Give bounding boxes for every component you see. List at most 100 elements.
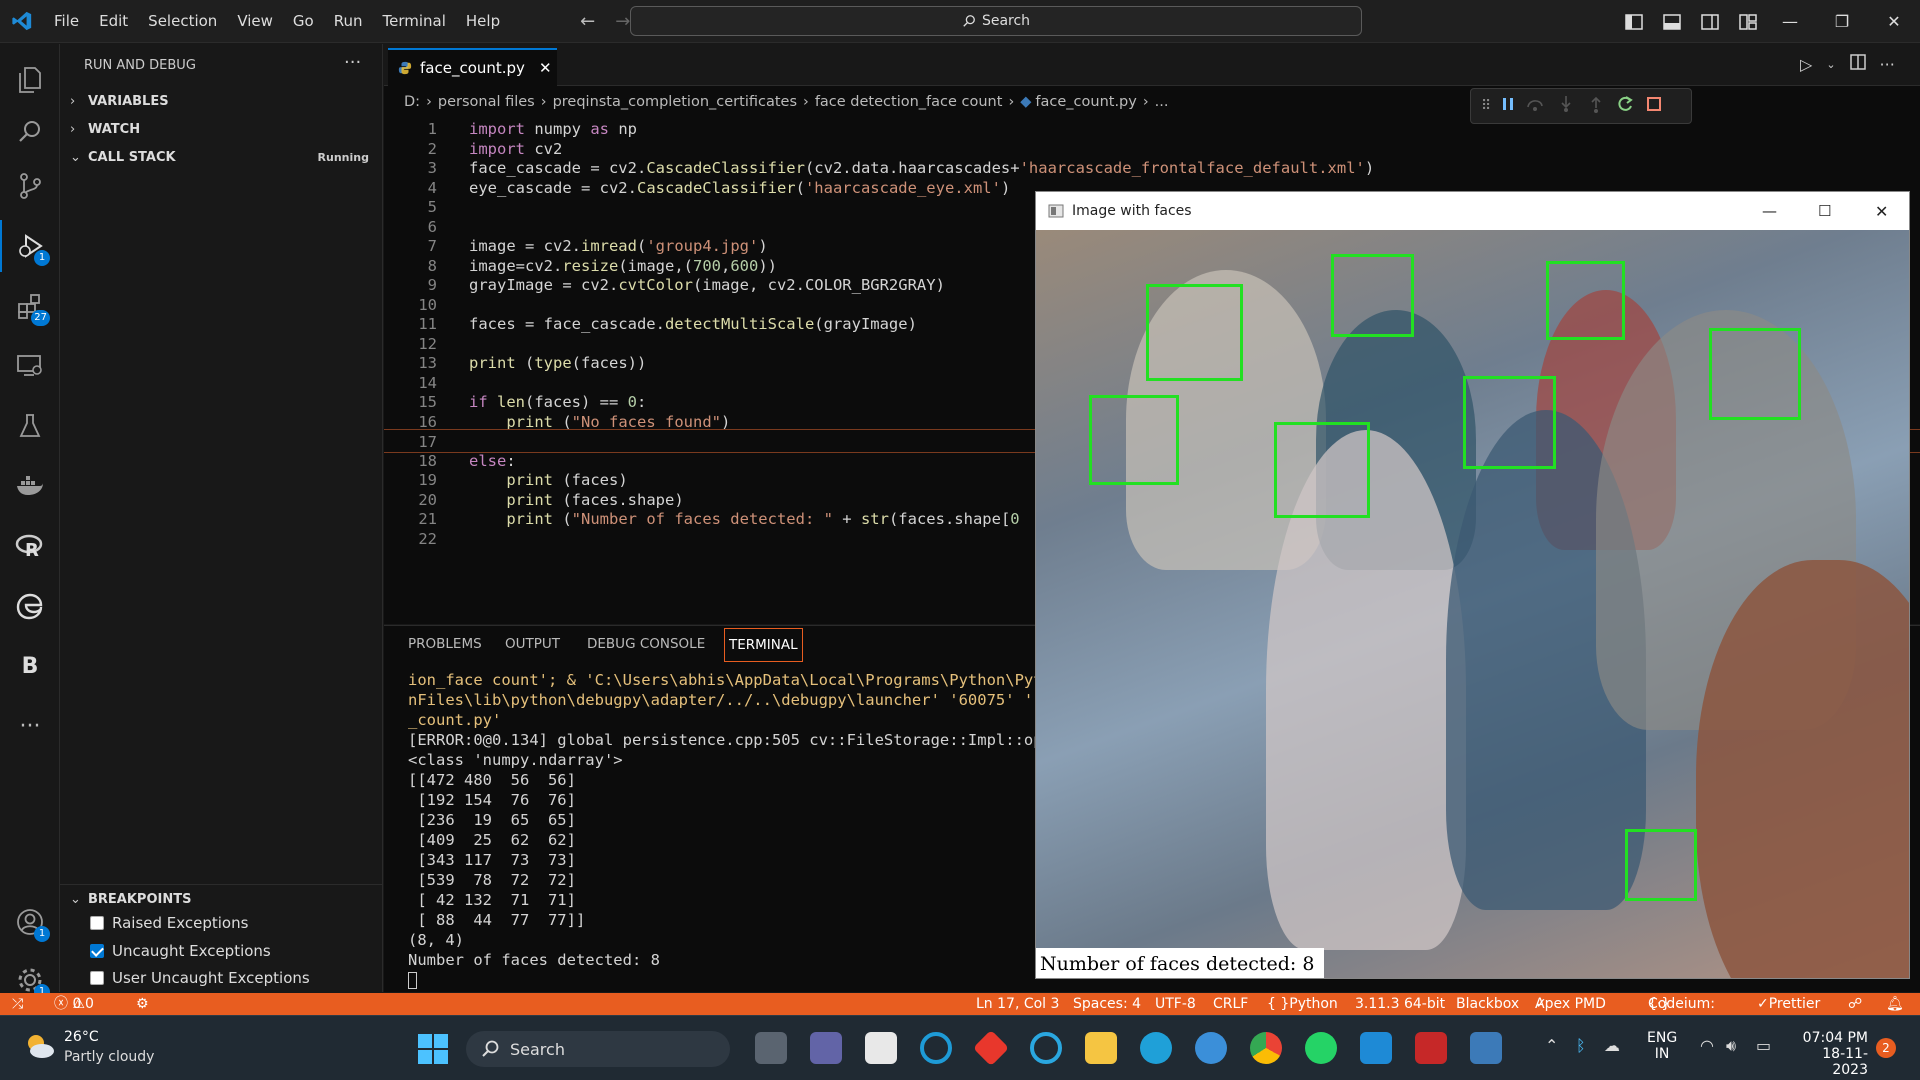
python-taskbar-icon[interactable]: [1470, 1032, 1502, 1064]
debug-status-icon[interactable]: ⚙: [136, 993, 149, 1015]
feedback-icon[interactable]: ☍: [1848, 993, 1862, 1015]
apex-pmd-status[interactable]: Apex PMD ✓: [1535, 993, 1606, 1015]
docker-icon[interactable]: [0, 460, 60, 512]
notification-count-badge[interactable]: 2: [1876, 1038, 1896, 1058]
language-indicator[interactable]: ENG IN: [1647, 1030, 1677, 1062]
command-center-search[interactable]: Search: [630, 6, 1362, 36]
editor-more-actions-icon[interactable]: ···: [1880, 55, 1895, 74]
extensions-icon[interactable]: 27: [0, 280, 60, 332]
volume-icon[interactable]: 🔊︎: [1726, 1036, 1736, 1056]
bp-user-uncaught-exceptions[interactable]: User Uncaught Exceptions: [90, 969, 310, 987]
windows-start-icon[interactable]: [418, 1034, 448, 1068]
step-over-icon[interactable]: [1525, 95, 1547, 117]
breadcrumb-item[interactable]: face detection_face count: [815, 94, 1003, 110]
menu-edit[interactable]: Edit: [89, 0, 138, 43]
encoding[interactable]: UTF-8: [1155, 993, 1196, 1015]
bp-checkbox[interactable]: [90, 916, 104, 930]
search-icon[interactable]: [0, 106, 60, 158]
toggle-secondary-sidebar-icon[interactable]: [1696, 8, 1724, 36]
minimize-button[interactable]: —: [1764, 0, 1816, 43]
wifi-icon[interactable]: ◠: [1700, 1036, 1714, 1055]
tab-output[interactable]: OUTPUT: [505, 636, 560, 652]
stop-icon[interactable]: [1645, 95, 1663, 117]
image-window-close-button[interactable]: ✕: [1875, 202, 1888, 221]
cursor-position[interactable]: Ln 17, Col 3: [976, 993, 1059, 1015]
split-editor-icon[interactable]: [1849, 54, 1866, 74]
explorer-icon[interactable]: [0, 54, 60, 106]
notifications-bell-icon[interactable]: 🔔︎: [1886, 993, 1904, 1015]
menu-run[interactable]: Run: [324, 0, 373, 43]
prettier-status[interactable]: ✓ Prettier: [1757, 993, 1820, 1015]
file-explorer-icon[interactable]: [1085, 1032, 1117, 1064]
language-mode[interactable]: { } Python: [1267, 993, 1338, 1015]
accounts-icon[interactable]: 1: [0, 896, 60, 948]
vscode-taskbar-icon[interactable]: [1360, 1032, 1392, 1064]
pause-icon[interactable]: [1499, 95, 1517, 117]
cortana-icon[interactable]: [920, 1032, 952, 1064]
menu-file[interactable]: File: [44, 0, 89, 43]
tab-face-count-py[interactable]: face_count.py ✕: [388, 48, 557, 86]
bp-raised-exceptions[interactable]: Raised Exceptions: [90, 914, 248, 932]
toggle-primary-sidebar-icon[interactable]: [1620, 8, 1648, 36]
menu-help[interactable]: Help: [456, 0, 510, 43]
codeium-status[interactable]: Codeium: {·}: [1648, 993, 1715, 1015]
end-of-line[interactable]: CRLF: [1213, 993, 1248, 1015]
close-button[interactable]: ✕: [1868, 0, 1920, 43]
task-view-icon[interactable]: [755, 1032, 787, 1064]
close-tab-icon[interactable]: ✕: [539, 59, 552, 77]
weather-temp[interactable]: 26°C: [64, 1029, 99, 1045]
bluetooth-icon[interactable]: ᛒ: [1576, 1036, 1586, 1055]
menu-go[interactable]: Go: [283, 0, 324, 43]
breakpoints-section[interactable]: ⌄ BREAKPOINTS: [60, 886, 383, 912]
image-window-maximize-button[interactable]: ☐: [1818, 202, 1831, 220]
edge-icon[interactable]: [1140, 1032, 1172, 1064]
onedrive-icon[interactable]: ☁: [1604, 1036, 1620, 1055]
toggle-panel-icon[interactable]: [1658, 8, 1686, 36]
step-into-icon[interactable]: [1555, 95, 1577, 117]
run-python-file-icon[interactable]: ▷: [1800, 55, 1812, 74]
breadcrumb-item[interactable]: ...: [1155, 94, 1169, 110]
battery-icon[interactable]: ▭: [1756, 1036, 1771, 1055]
whatsapp-icon[interactable]: [1305, 1032, 1337, 1064]
breadcrumb-item[interactable]: D:: [404, 94, 420, 110]
taskbar-search[interactable]: Search: [466, 1031, 730, 1067]
watch-section[interactable]: › WATCH: [60, 116, 383, 142]
drag-handle-icon[interactable]: ⠿: [1481, 98, 1491, 114]
variables-section[interactable]: › VARIABLES: [60, 88, 383, 114]
source-control-icon[interactable]: [0, 160, 60, 212]
breadcrumb-item[interactable]: face_count.py: [1035, 94, 1136, 110]
breadcrumb-item[interactable]: personal files: [438, 94, 535, 110]
testing-flask-icon[interactable]: [0, 400, 60, 452]
clock[interactable]: 07:04 PM 18-11-2023: [1800, 1030, 1868, 1078]
menu-view[interactable]: View: [227, 0, 283, 43]
customize-layout-icon[interactable]: [1734, 8, 1762, 36]
sidebar-more-actions-icon[interactable]: ···: [344, 52, 361, 73]
teams-icon[interactable]: [810, 1032, 842, 1064]
restore-button[interactable]: ❐: [1816, 0, 1868, 43]
remote-explorer-icon[interactable]: [0, 340, 60, 392]
remote-indicator-icon[interactable]: ⤮: [12, 993, 23, 1015]
image-window-minimize-button[interactable]: —: [1762, 202, 1777, 220]
get-help-icon[interactable]: [1195, 1032, 1227, 1064]
run-dropdown-chevron-icon[interactable]: ⌄: [1826, 58, 1835, 71]
chrome-icon[interactable]: [1250, 1032, 1282, 1064]
step-out-icon[interactable]: [1585, 95, 1607, 117]
bp-uncaught-exceptions[interactable]: Uncaught Exceptions: [90, 942, 271, 960]
blackbox-status[interactable]: Blackbox: [1456, 993, 1519, 1015]
breadcrumb-item[interactable]: preqinsta_completion_certificates: [553, 94, 797, 110]
mobile-app-icon[interactable]: [1415, 1032, 1447, 1064]
indentation[interactable]: Spaces: 4: [1073, 993, 1141, 1015]
weather-condition[interactable]: Partly cloudy: [64, 1049, 154, 1065]
show-hidden-icons-icon[interactable]: ⌃: [1545, 1036, 1558, 1055]
back-arrow-icon[interactable]: ←: [570, 11, 605, 32]
edge-devtools-icon[interactable]: [0, 580, 60, 632]
python-interpreter[interactable]: 3.11.3 64-bit: [1355, 993, 1445, 1015]
restart-icon[interactable]: [1615, 95, 1637, 117]
microsoft-store-icon[interactable]: [865, 1032, 897, 1064]
run-debug-icon[interactable]: 1: [0, 220, 60, 272]
more-icon[interactable]: ···: [0, 700, 60, 752]
line-number[interactable]: 22: [384, 527, 437, 551]
tab-problems[interactable]: PROBLEMS: [408, 636, 482, 652]
cortana-alt-icon[interactable]: [1030, 1032, 1062, 1064]
weather-cloud-icon[interactable]: [22, 1031, 56, 1061]
